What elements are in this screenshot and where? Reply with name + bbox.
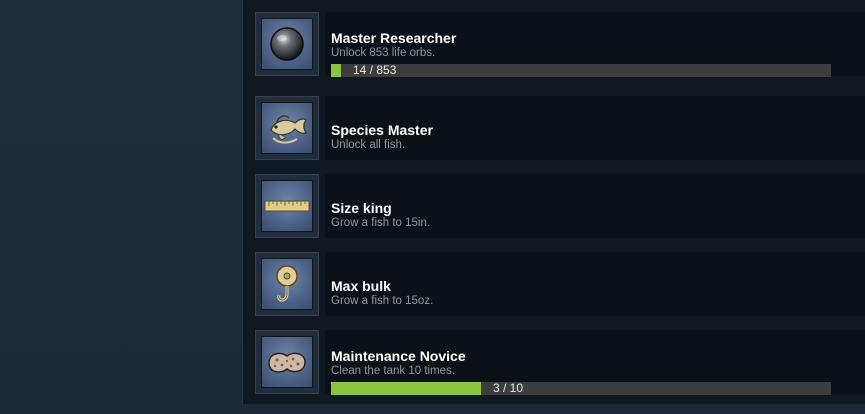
- achievements-panel: Master Researcher Unlock 853 life orbs. …: [242, 0, 865, 404]
- achievement-row-species-master: Species Master Unlock all fish.: [255, 96, 865, 160]
- achievement-description: Grow a fish to 15oz.: [331, 295, 434, 307]
- ruler-icon: [261, 180, 313, 232]
- achievement-info: Maintenance Novice Clean the tank 10 tim…: [325, 330, 865, 395]
- achievement-title: Species Master: [331, 122, 433, 138]
- achievement-info: Size king Grow a fish to 15in.: [325, 174, 865, 238]
- sponge-icon: [261, 336, 313, 388]
- achievement-icon-frame: [255, 12, 319, 76]
- achievement-icon-frame: [255, 330, 319, 394]
- orb-icon: [261, 18, 313, 70]
- achievement-description: Grow a fish to 15in.: [331, 217, 431, 229]
- achievement-row-master-researcher: Master Researcher Unlock 853 life orbs. …: [255, 12, 865, 77]
- achievement-description: Clean the tank 10 times.: [331, 365, 456, 377]
- achievement-description: Unlock 853 life orbs.: [331, 47, 436, 59]
- achievement-icon-frame: [255, 252, 319, 316]
- left-background: [0, 0, 242, 414]
- achievement-title: Max bulk: [331, 278, 391, 294]
- achievement-info: Master Researcher Unlock 853 life orbs. …: [325, 12, 865, 77]
- achievement-row-maintenance-novice: Maintenance Novice Clean the tank 10 tim…: [255, 330, 865, 395]
- achievement-info: Max bulk Grow a fish to 15oz.: [325, 252, 865, 316]
- progress-text: 14 / 853: [353, 63, 397, 77]
- progress-bar: 14 / 853: [331, 64, 831, 77]
- achievement-row-max-bulk: Max bulk Grow a fish to 15oz.: [255, 252, 865, 316]
- hook-weight-icon: [261, 258, 313, 310]
- achievement-icon-frame: [255, 174, 319, 238]
- progress-text: 3 / 10: [493, 381, 524, 395]
- achievement-icon-frame: [255, 96, 319, 160]
- achievement-title: Size king: [331, 200, 392, 216]
- progress-bar: 3 / 10: [331, 382, 831, 395]
- achievement-title: Maintenance Novice: [331, 348, 466, 364]
- achievement-info: Species Master Unlock all fish.: [325, 96, 865, 160]
- achievement-row-size-king: Size king Grow a fish to 15in.: [255, 174, 865, 238]
- fish-icon: [261, 102, 313, 154]
- achievement-description: Unlock all fish.: [331, 139, 406, 151]
- achievement-title: Master Researcher: [331, 30, 457, 46]
